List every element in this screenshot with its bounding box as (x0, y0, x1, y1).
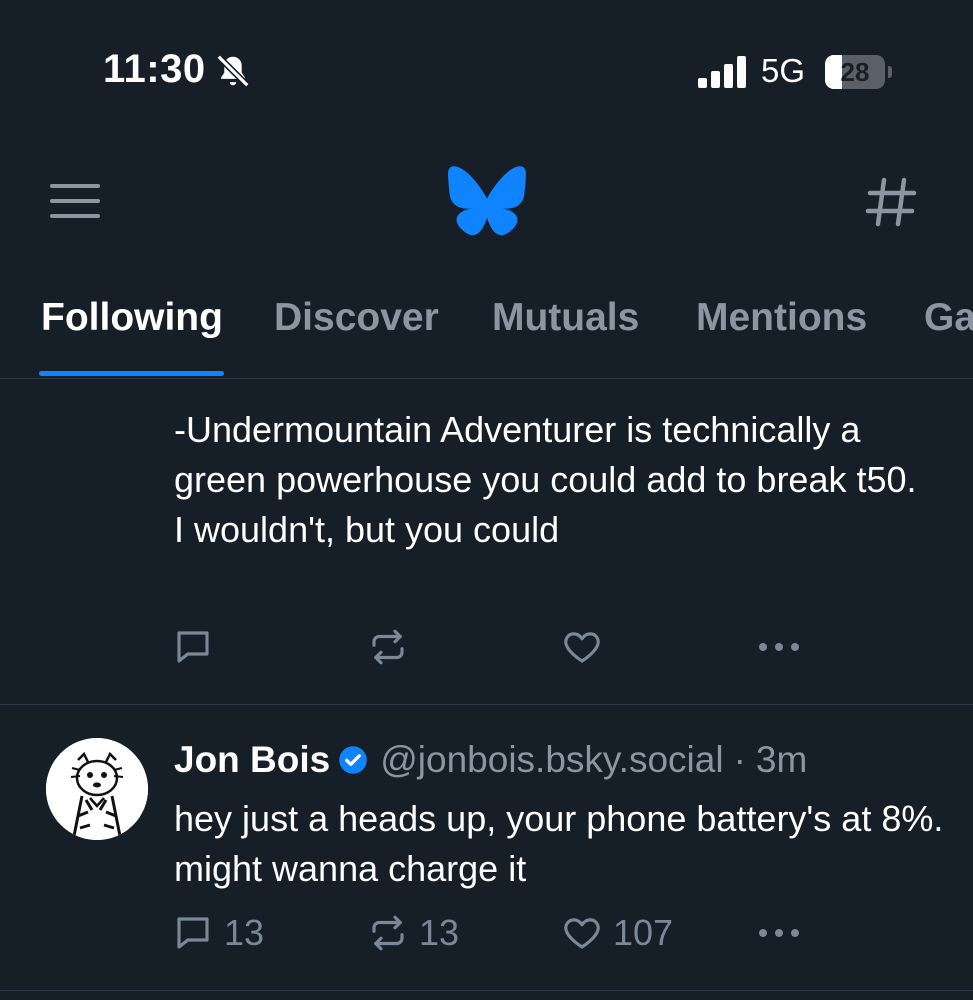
post-text: hey just a heads up, your phone battery'… (174, 798, 944, 889)
battery-icon: 28 (825, 55, 893, 89)
tab-ga[interactable]: Ga (924, 296, 973, 340)
post-actions (0, 622, 973, 672)
ellipsis-icon (759, 643, 799, 651)
heart-icon (564, 918, 600, 949)
author-name[interactable]: Jon Bois (174, 739, 330, 781)
tab-mutuals[interactable]: Mutuals (492, 296, 639, 340)
divider (0, 704, 973, 705)
status-bar: 11:30 5G 28 (0, 0, 973, 140)
reply-icon (177, 917, 209, 949)
network-type: 5G (761, 52, 806, 89)
heart-icon (564, 632, 600, 663)
post-header: Jon Bois @jonbois.bsky.social · 3m (174, 737, 807, 783)
reply-button[interactable] (172, 622, 224, 672)
battery-percent: 28 (840, 57, 870, 87)
divider (0, 378, 973, 379)
repost-button[interactable]: 13 (367, 908, 459, 958)
post-actions: 13 13 107 (0, 908, 973, 958)
menu-icon[interactable] (48, 180, 102, 222)
repost-icon (372, 629, 404, 665)
like-button[interactable] (561, 622, 613, 672)
more-options-button[interactable] (756, 908, 802, 958)
tab-discover[interactable]: Discover (274, 296, 439, 340)
reply-count: 13 (224, 912, 265, 953)
tab-following[interactable]: Following (41, 296, 223, 340)
post-text: -Undermountain Adventurer is technically… (174, 409, 917, 550)
repost-icon (372, 915, 404, 951)
verified-badge-icon (339, 746, 367, 774)
more-options-button[interactable] (756, 622, 802, 672)
post-timestamp[interactable]: 3m (756, 739, 807, 781)
app-header (0, 150, 973, 260)
author-handle[interactable]: @jonbois.bsky.social (380, 739, 723, 781)
status-time: 11:30 (103, 47, 206, 91)
feed-tabs: Following Discover Mutuals Mentions Ga (0, 262, 973, 378)
like-count: 107 (613, 912, 674, 953)
repost-button[interactable] (367, 622, 419, 672)
reply-icon (177, 631, 209, 663)
ellipsis-icon (759, 929, 799, 937)
tiger-avatar-image (46, 738, 148, 840)
tab-mentions[interactable]: Mentions (696, 296, 867, 340)
meta-separator: · (733, 739, 746, 780)
repost-count: 13 (419, 912, 460, 953)
active-tab-indicator (39, 371, 224, 376)
avatar[interactable] (46, 738, 148, 840)
bluesky-butterfly-logo[interactable] (448, 166, 526, 236)
hashtag-icon[interactable] (864, 176, 918, 228)
bell-slash-icon (216, 54, 250, 88)
cellular-signal-icon (698, 56, 746, 88)
divider (0, 990, 973, 991)
reply-button[interactable]: 13 (172, 908, 264, 958)
like-button[interactable]: 107 (561, 908, 673, 958)
